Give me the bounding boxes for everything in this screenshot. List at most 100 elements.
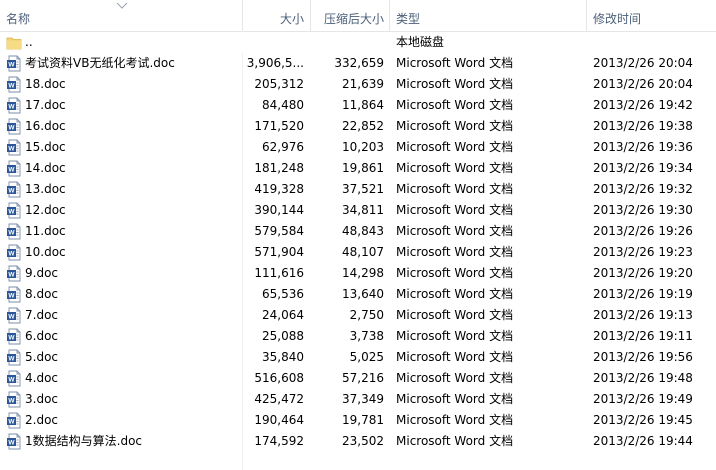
list-item[interactable]: W 18.doc 205,312 21,639 Microsoft Word 文档 201…	[0, 74, 716, 95]
file-compressed-size: 19,861	[342, 161, 384, 175]
file-compressed-size: 5,025	[349, 350, 384, 364]
svg-text:W: W	[8, 104, 15, 111]
file-compressed-size: 13,640	[342, 287, 384, 301]
file-size: 190,464	[254, 413, 304, 427]
word-doc-icon: W	[6, 265, 22, 282]
file-name: 12.doc	[25, 203, 66, 217]
file-name-cell: W 18.doc	[6, 74, 242, 95]
list-item[interactable]: W 13.doc 419,328 37,521 Microsoft Word 文档 201…	[0, 179, 716, 200]
file-compressed-size: 48,107	[342, 245, 384, 259]
file-name-cell: W 8.doc	[6, 284, 242, 305]
list-item[interactable]: W 7.doc 24,064 2,750 Microsoft Word 文档 2013/2…	[0, 305, 716, 326]
file-size: 516,608	[254, 371, 304, 385]
column-divider[interactable]	[389, 0, 390, 31]
file-modified: 2013/2/26 19:34	[593, 161, 693, 175]
column-header-modified[interactable]: 修改时间	[593, 0, 716, 31]
word-doc-icon: W	[6, 76, 22, 93]
file-type: Microsoft Word 文档	[396, 203, 514, 217]
list-item-parent-folder[interactable]: .. 本地磁盘	[0, 32, 716, 53]
column-header-size[interactable]: 大小	[244, 0, 304, 31]
file-size: 171,520	[254, 119, 304, 133]
list-item[interactable]: W 8.doc 65,536 13,640 Microsoft Word 文档 2013/…	[0, 284, 716, 305]
file-size: 62,976	[262, 140, 304, 154]
svg-text:W: W	[8, 356, 15, 363]
file-compressed-size: 37,349	[342, 392, 384, 406]
file-type: Microsoft Word 文档	[396, 434, 514, 448]
file-name: 18.doc	[25, 77, 66, 91]
file-name-cell: W 17.doc	[6, 95, 242, 116]
file-compressed-size: 34,811	[342, 203, 384, 217]
svg-text:W: W	[8, 377, 15, 384]
word-doc-icon: W	[6, 391, 22, 408]
list-item[interactable]: W 17.doc 84,480 11,864 Microsoft Word 文档 2013…	[0, 95, 716, 116]
list-item[interactable]: W 9.doc 111,616 14,298 Microsoft Word 文档 2013…	[0, 263, 716, 284]
svg-text:W: W	[8, 272, 15, 279]
list-item[interactable]: W 15.doc 62,976 10,203 Microsoft Word 文档 2013…	[0, 137, 716, 158]
column-header-compressed-size[interactable]: 压缩后大小	[312, 0, 384, 31]
word-doc-icon: W	[6, 223, 22, 240]
file-name-cell: W 16.doc	[6, 116, 242, 137]
list-item[interactable]: W 4.doc 516,608 57,216 Microsoft Word 文档 2013…	[0, 368, 716, 389]
file-compressed-size: 19,781	[342, 413, 384, 427]
file-name: 11.doc	[25, 224, 66, 238]
file-compressed-size: 23,502	[342, 434, 384, 448]
file-name-cell: W 9.doc	[6, 263, 242, 284]
file-name-cell: W 10.doc	[6, 242, 242, 263]
file-compressed-size: 10,203	[342, 140, 384, 154]
list-item[interactable]: W 14.doc 181,248 19,861 Microsoft Word 文档 201…	[0, 158, 716, 179]
svg-text:W: W	[8, 188, 15, 195]
svg-text:W: W	[8, 62, 15, 69]
word-doc-icon: W	[6, 160, 22, 177]
file-type: Microsoft Word 文档	[396, 140, 514, 154]
file-size: 111,616	[254, 266, 304, 280]
file-type: Microsoft Word 文档	[396, 161, 514, 175]
file-name: 6.doc	[25, 329, 59, 343]
file-compressed-size: 57,216	[342, 371, 384, 385]
svg-text:W: W	[8, 230, 15, 237]
column-header-type[interactable]: 类型	[396, 0, 586, 31]
list-item[interactable]: W 3.doc 425,472 37,349 Microsoft Word 文档 2013…	[0, 389, 716, 410]
list-item[interactable]: W 11.doc 579,584 48,843 Microsoft Word 文档 201…	[0, 221, 716, 242]
svg-text:W: W	[8, 293, 15, 300]
list-item[interactable]: W 12.doc 390,144 34,811 Microsoft Word 文档 201…	[0, 200, 716, 221]
column-divider[interactable]	[242, 0, 243, 31]
file-modified: 2013/2/26 19:42	[593, 98, 693, 112]
file-type: Microsoft Word 文档	[396, 329, 514, 343]
file-type: Microsoft Word 文档	[396, 77, 514, 91]
file-type: Microsoft Word 文档	[396, 98, 514, 112]
file-name-cell: W 11.doc	[6, 221, 242, 242]
word-doc-icon: W	[6, 307, 22, 324]
file-name-cell: W 14.doc	[6, 158, 242, 179]
file-name: 8.doc	[25, 287, 59, 301]
file-name: 17.doc	[25, 98, 66, 112]
file-size: 174,592	[254, 434, 304, 448]
list-item[interactable]: W 5.doc 35,840 5,025 Microsoft Word 文档 2013/2…	[0, 347, 716, 368]
list-item[interactable]: W 10.doc 571,904 48,107 Microsoft Word 文档 201…	[0, 242, 716, 263]
file-modified: 2013/2/26 19:49	[593, 392, 693, 406]
svg-text:W: W	[8, 398, 15, 405]
file-name: 考试资料VB无纸化考试.doc	[25, 56, 175, 70]
column-divider[interactable]	[310, 0, 311, 31]
file-size: 579,584	[254, 224, 304, 238]
file-name: 16.doc	[25, 119, 66, 133]
file-type: Microsoft Word 文档	[396, 224, 514, 238]
word-doc-icon: W	[6, 139, 22, 156]
list-item[interactable]: W 16.doc 171,520 22,852 Microsoft Word 文档 201…	[0, 116, 716, 137]
file-size: 25,088	[262, 329, 304, 343]
list-item[interactable]: W 考试资料VB无纸化考试.doc 3,906,5... 332,659 Microso…	[0, 53, 716, 74]
file-modified: 2013/2/26 19:26	[593, 224, 693, 238]
list-item[interactable]: W 6.doc 25,088 3,738 Microsoft Word 文档 2013/2…	[0, 326, 716, 347]
list-item[interactable]: W 2.doc 190,464 19,781 Microsoft Word 文档 2013…	[0, 410, 716, 431]
svg-text:W: W	[8, 419, 15, 426]
file-compressed-size: 21,639	[342, 77, 384, 91]
list-item[interactable]: W 1数据结构与算法.doc 174,592 23,502 Microsoft Word…	[0, 431, 716, 452]
word-doc-icon: W	[6, 55, 22, 72]
file-compressed-size: 11,864	[342, 98, 384, 112]
file-name: 10.doc	[25, 245, 66, 259]
file-name-cell: W 15.doc	[6, 137, 242, 158]
file-size: 571,904	[254, 245, 304, 259]
file-type: Microsoft Word 文档	[396, 413, 514, 427]
word-doc-icon: W	[6, 118, 22, 135]
file-name-cell: W 3.doc	[6, 389, 242, 410]
column-divider[interactable]	[586, 0, 587, 31]
